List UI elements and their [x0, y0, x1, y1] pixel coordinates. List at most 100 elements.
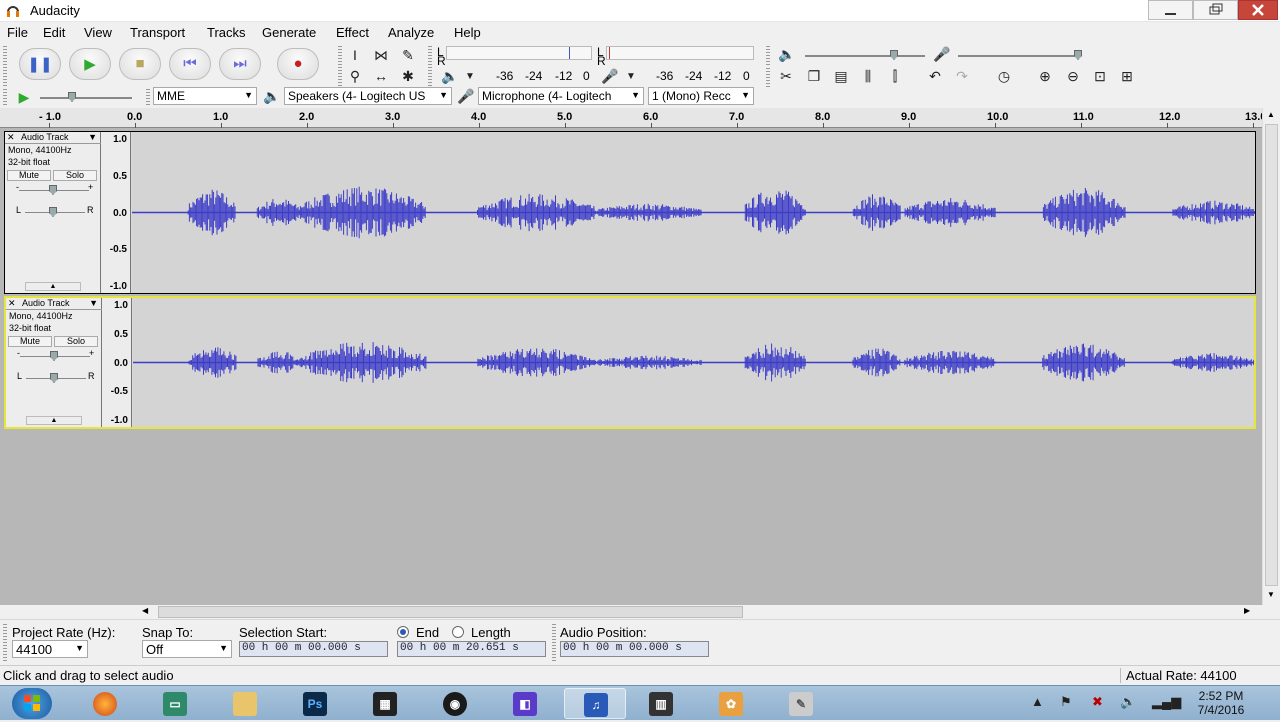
record-meter-bar[interactable] — [606, 46, 754, 60]
transcription-grip[interactable] — [3, 89, 7, 107]
input-device-select[interactable]: Microphone (4- Logitech ▼ — [478, 87, 644, 105]
solo-button[interactable]: Solo — [53, 170, 97, 181]
mic-meter-icon[interactable]: 🎤 — [600, 66, 620, 86]
start-button[interactable] — [12, 688, 52, 719]
track-control-panel[interactable]: ✕ Audio Track ▼ Mono, 44100Hz 32-bit flo… — [5, 132, 101, 293]
scroll-right-icon[interactable]: ▶ — [1244, 606, 1250, 615]
taskbar-paint[interactable]: ✿ — [700, 688, 762, 719]
skip-to-start-button[interactable]: ⏮ — [169, 48, 211, 80]
output-volume-slider[interactable] — [805, 55, 925, 57]
input-volume-thumb[interactable] — [1074, 50, 1082, 60]
selection-start-field[interactable]: 00 h 00 m 00.000 s — [239, 641, 388, 657]
record-button[interactable]: ● — [277, 48, 319, 80]
taskbar-game[interactable]: ◧ — [494, 688, 556, 719]
selection-end-field[interactable]: 00 h 00 m 20.651 s — [397, 641, 546, 657]
track-area[interactable]: ✕ Audio Track ▼ Mono, 44100Hz 32-bit flo… — [0, 128, 1262, 605]
edit-grip[interactable] — [766, 68, 770, 88]
taskbar-presentation[interactable]: ▭ — [144, 688, 206, 719]
vertical-scroll-thumb[interactable] — [1265, 124, 1278, 586]
waveform[interactable] — [133, 298, 1254, 427]
redo-icon[interactable]: ↷ — [952, 66, 972, 86]
length-label[interactable]: Length — [471, 625, 511, 640]
close-track-icon[interactable]: ✕ — [7, 132, 15, 143]
play-speed-thumb[interactable] — [68, 92, 76, 102]
meter-grip[interactable] — [428, 46, 432, 88]
taskbar-calculator[interactable]: ▥ — [630, 688, 692, 719]
timeline-ruler[interactable]: - 1.0 0.0 1.0 2.0 3.0 4.0 5.0 6.0 7.0 8.0 9.0 10.0 1… — [0, 108, 1280, 128]
scroll-down-icon[interactable]: ▼ — [1267, 590, 1275, 599]
menu-transport[interactable]: Transport — [130, 25, 185, 40]
track-menu-dropdown-icon[interactable]: ▼ — [89, 298, 98, 308]
end-label[interactable]: End — [416, 625, 439, 640]
toolbar-grip[interactable] — [3, 46, 7, 88]
record-meter-dropdown-icon[interactable]: ▼ — [621, 67, 641, 87]
solo-button[interactable]: Solo — [54, 336, 98, 347]
menu-edit[interactable]: Edit — [43, 25, 65, 40]
trim-audio-icon[interactable]: ⫼ — [858, 66, 878, 86]
track-name[interactable]: Audio Track — [22, 298, 70, 308]
draw-tool-icon[interactable]: ✎ — [398, 45, 418, 65]
copy-icon[interactable]: ❐ — [804, 66, 824, 86]
vertical-scrollbar[interactable]: ▲ ▼ — [1262, 108, 1280, 605]
undo-icon[interactable]: ↶ — [925, 66, 945, 86]
close-button[interactable] — [1238, 0, 1278, 20]
play-at-speed-icon[interactable]: ▶ — [14, 87, 34, 107]
menu-tracks[interactable]: Tracks — [207, 25, 246, 40]
clock[interactable]: 2:52 PM 7/4/2016 — [1188, 689, 1254, 717]
track-menu-dropdown-icon[interactable]: ▼ — [88, 132, 97, 142]
playback-meter-bar[interactable] — [446, 46, 592, 60]
menu-effect[interactable]: Effect — [336, 25, 369, 40]
volume-icon[interactable]: 🔈 — [1120, 694, 1136, 710]
input-channels-select[interactable]: 1 (Mono) Recc ▼ — [648, 87, 754, 105]
zoom-tool-icon[interactable]: ⚲ — [345, 66, 365, 86]
track-name[interactable]: Audio Track — [21, 132, 69, 142]
taskbar-tools[interactable]: ✎ — [770, 688, 832, 719]
playback-meter-dropdown-icon[interactable]: ▼ — [460, 67, 480, 87]
input-volume-slider[interactable] — [958, 55, 1078, 57]
audio-track-1[interactable]: ✕ Audio Track ▼ Mono, 44100Hz 32-bit flo… — [4, 131, 1256, 294]
zoom-in-icon[interactable]: ⊕ — [1035, 66, 1055, 86]
sync-lock-icon[interactable]: ◷ — [994, 66, 1014, 86]
time-shift-tool-icon[interactable]: ↔ — [371, 66, 391, 86]
scroll-up-icon[interactable]: ▲ — [1267, 110, 1275, 119]
speaker-meter-icon[interactable]: 🔈 — [440, 66, 460, 86]
taskbar-audacity[interactable]: ♫ — [564, 688, 626, 719]
menu-help[interactable]: Help — [454, 25, 481, 40]
show-hidden-icons-icon[interactable]: ▲ — [1031, 694, 1044, 709]
multi-tool-icon[interactable]: ✱ — [398, 66, 418, 86]
output-device-select[interactable]: Speakers (4- Logitech US ▼ — [284, 87, 452, 105]
pan-slider-thumb[interactable] — [50, 373, 58, 383]
taskbar-firefox[interactable] — [74, 688, 136, 719]
track-control-panel[interactable]: ✕ Audio Track ▼ Mono, 44100Hz 32-bit flo… — [6, 298, 102, 427]
menu-analyze[interactable]: Analyze — [388, 25, 434, 40]
gain-slider-thumb[interactable] — [49, 185, 57, 195]
taskbar-explorer[interactable] — [214, 688, 276, 719]
signal-icon[interactable]: ▂▄▆ — [1152, 694, 1181, 710]
envelope-tool-icon[interactable]: ⋈ — [371, 45, 391, 65]
length-radio[interactable] — [452, 626, 464, 638]
taskbar-obs[interactable]: ◉ — [424, 688, 486, 719]
silence-audio-icon[interactable]: ⫿ — [885, 66, 905, 86]
selection-tool-icon[interactable]: I — [345, 45, 365, 65]
snap-to-select[interactable]: Off ▼ — [142, 640, 232, 658]
mute-button[interactable]: Mute — [8, 336, 52, 347]
play-button[interactable]: ▶ — [69, 48, 111, 80]
gain-slider-thumb[interactable] — [50, 351, 58, 361]
network-error-icon[interactable]: ✖ — [1092, 694, 1103, 710]
cut-icon[interactable]: ✂ — [776, 66, 796, 86]
project-rate-select[interactable]: 44100 ▼ — [12, 640, 88, 658]
end-radio[interactable] — [397, 626, 409, 638]
audio-position-grip[interactable] — [552, 624, 556, 662]
selection-grip[interactable] — [3, 624, 7, 662]
collapse-track-icon[interactable]: ▲ — [26, 416, 82, 425]
output-volume-thumb[interactable] — [890, 50, 898, 60]
play-speed-slider[interactable] — [40, 97, 132, 99]
minimize-button[interactable] — [1148, 0, 1193, 20]
pause-button[interactable]: ❚❚ — [19, 48, 61, 80]
collapse-track-icon[interactable]: ▲ — [25, 282, 81, 291]
menu-generate[interactable]: Generate — [262, 25, 316, 40]
menu-view[interactable]: View — [84, 25, 112, 40]
zoom-out-icon[interactable]: ⊖ — [1063, 66, 1083, 86]
menu-file[interactable]: File — [7, 25, 28, 40]
fit-selection-icon[interactable]: ⊡ — [1090, 66, 1110, 86]
